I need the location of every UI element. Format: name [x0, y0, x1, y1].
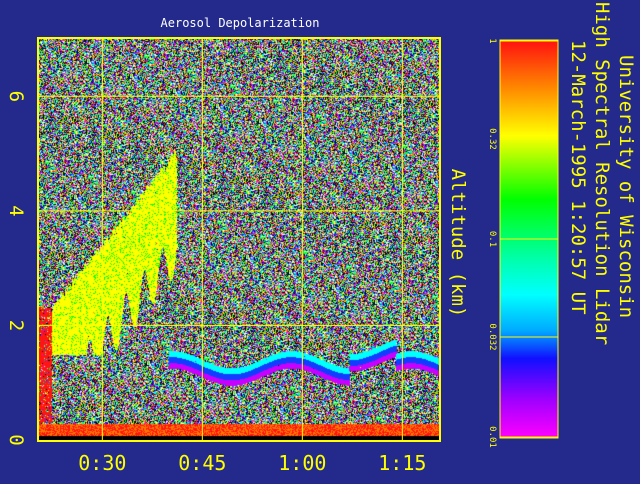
colorbar-tick-label: 0.1 — [487, 231, 497, 247]
lidar-display: Aerosol Depolarization 0 2 4 6 0:30 0:45 1:00… — [0, 0, 640, 480]
y-tick-label: 2 — [5, 320, 27, 331]
x-axis-ticks: 0:30 0:45 1:00 1:15 — [78, 451, 426, 475]
institution-label: University of Wisconsin — [615, 55, 637, 318]
y-tick-label: 4 — [5, 205, 27, 216]
depolarization-chart: Aerosol Depolarization 0 2 4 6 0:30 0:45 1:00… — [5, 2, 637, 475]
colorbar-tick-label: 0.01 — [487, 426, 497, 448]
x-tick-label: 0:45 — [178, 451, 226, 475]
colorbar-tick-label: 0.32 — [487, 128, 497, 150]
chart-title: Aerosol Depolarization — [161, 16, 320, 30]
y-axis-label: Altitude (km) — [447, 169, 469, 318]
y-axis-ticks: 0 2 4 6 — [5, 91, 27, 446]
instrument-label: High Spectral Resolution Lidar — [591, 2, 613, 345]
x-tick-label: 1:15 — [378, 451, 426, 475]
colorbar-tick-label: 1 — [487, 38, 497, 43]
x-tick-label: 1:00 — [278, 451, 326, 475]
y-tick-label: 0 — [5, 434, 27, 445]
datetime-label: 12-March-1995 1:20:57 UT — [567, 40, 589, 315]
x-tick-label: 0:30 — [78, 451, 126, 475]
heatmap-image — [39, 39, 439, 440]
heatmap-raster — [39, 39, 439, 440]
y-tick-label: 6 — [5, 91, 27, 102]
colorbar-tick-label: 0.032 — [487, 323, 497, 350]
